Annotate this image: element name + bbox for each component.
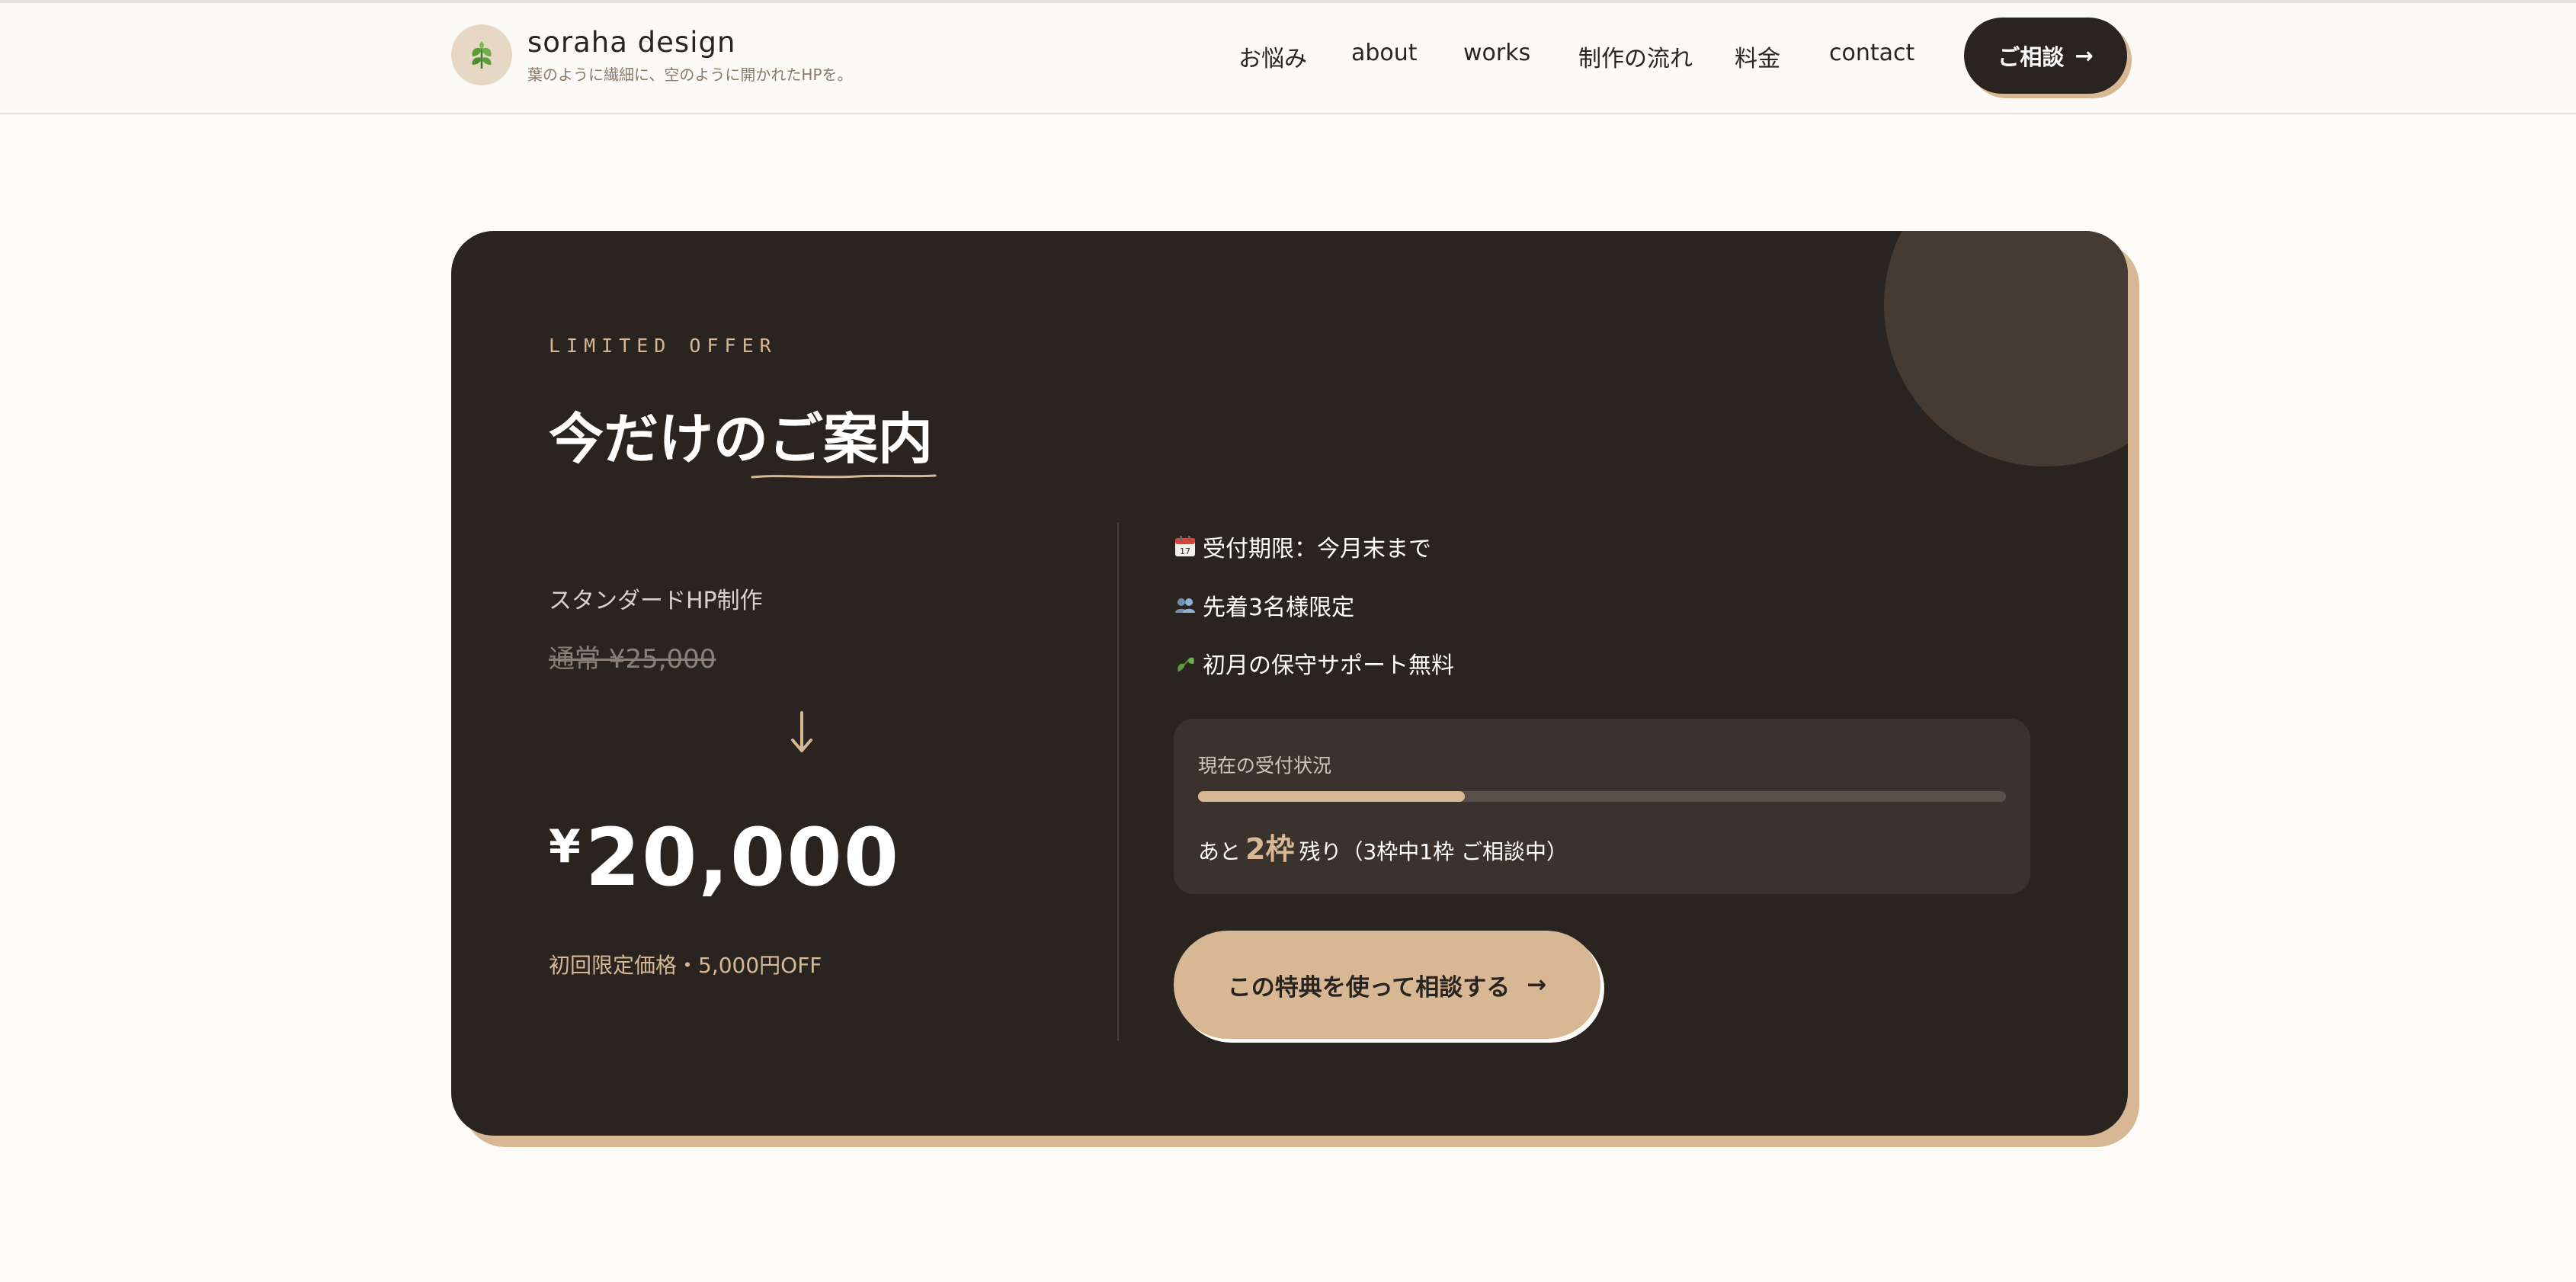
status-text: あと 2枠 残り（3枠中1枠 ご相談中） bbox=[1198, 825, 1568, 867]
slots-remaining: 2枠 bbox=[1245, 832, 1295, 866]
price-note: 初回限定価格・5,000円OFF bbox=[549, 953, 822, 978]
svg-text:17: 17 bbox=[1180, 546, 1190, 556]
status-label: 現在の受付状況 bbox=[1198, 755, 1332, 777]
limited-offer-card: LIMITED OFFER 今だけのご案内 スタンダードHP制作 通常 ¥25,… bbox=[451, 231, 2128, 1136]
site-header: soraha design 葉のように繊細に、空のように開かれたHPを。 お悩み… bbox=[0, 0, 2576, 114]
status-suffix: 残り（3枠中1枠 ご相談中） bbox=[1299, 839, 1568, 864]
use-offer-consult-button[interactable]: この特典を使って相談する → bbox=[1174, 931, 1600, 1039]
arrow-right-icon: → bbox=[1527, 971, 1547, 998]
availability-status: 現在の受付状況 あと 2枠 残り（3枠中1枠 ご相談中） bbox=[1174, 719, 2030, 894]
calendar-icon: 17 bbox=[1175, 536, 1195, 556]
feature-limited-text: 先着3名様限定 bbox=[1203, 595, 1355, 621]
use-offer-button-label: この特典を使って相談する bbox=[1227, 973, 1511, 1002]
nav-link-pricing[interactable]: 料金 bbox=[1735, 40, 1780, 73]
arrow-right-icon: → bbox=[2075, 43, 2094, 69]
nav-link-contact[interactable]: contact bbox=[1829, 40, 1914, 66]
nav-link-works[interactable]: works bbox=[1463, 40, 1530, 66]
plan-name: スタンダードHP制作 bbox=[549, 588, 763, 614]
offer-price: ¥20,000 bbox=[549, 818, 900, 897]
main-nav: お悩み about works 制作の流れ 料金 contact bbox=[0, 40, 2576, 73]
decorative-circle bbox=[1884, 231, 2128, 466]
status-prefix: あと bbox=[1198, 839, 1242, 864]
consult-button-label: ご相談 bbox=[1998, 44, 2065, 70]
people-icon bbox=[1175, 598, 1195, 613]
feature-deadline: 17 受付期限：今月末まで bbox=[1174, 530, 1431, 563]
offer-title-part2: ご案内 bbox=[768, 407, 934, 471]
title-underline bbox=[751, 474, 937, 479]
feature-limited: 先着3名様限定 bbox=[1174, 588, 1354, 622]
nav-link-about[interactable]: about bbox=[1351, 40, 1418, 66]
offer-eyebrow: LIMITED OFFER bbox=[549, 335, 777, 357]
nav-link-concerns[interactable]: お悩み bbox=[1238, 40, 1307, 73]
leaf-icon bbox=[1177, 657, 1194, 672]
regular-price: 通常 ¥25,000 bbox=[549, 644, 716, 675]
nav-link-flow[interactable]: 制作の流れ bbox=[1578, 40, 1693, 73]
availability-progress-bar bbox=[1198, 791, 2006, 802]
arrow-down-icon bbox=[791, 711, 812, 752]
feature-deadline-text: 受付期限：今月末まで bbox=[1203, 536, 1431, 562]
consult-button[interactable]: ご相談 → bbox=[1964, 18, 2127, 94]
offer-title: 今だけのご案内 bbox=[549, 394, 933, 474]
price-value: 20,000 bbox=[585, 811, 901, 904]
price-currency: ¥ bbox=[549, 820, 581, 873]
offer-title-part1: 今だけの bbox=[549, 407, 769, 471]
feature-support: 初月の保守サポート無料 bbox=[1174, 646, 1454, 680]
column-divider bbox=[1117, 522, 1119, 1040]
availability-progress-fill bbox=[1198, 791, 1465, 802]
feature-support-text: 初月の保守サポート無料 bbox=[1203, 652, 1454, 679]
